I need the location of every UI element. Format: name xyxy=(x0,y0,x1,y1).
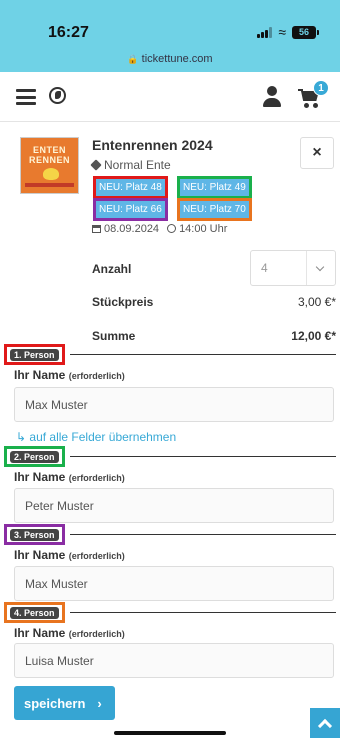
sum-label: Summe xyxy=(92,329,136,343)
person-badge: 2. Person xyxy=(4,446,65,467)
name-field[interactable] xyxy=(14,387,334,422)
cart-count-badge: 1 xyxy=(313,80,329,96)
tag-icon xyxy=(90,159,102,171)
required-hint: (erforderlich) xyxy=(68,371,125,381)
seat-chip: NEU: Platz 70 xyxy=(177,198,252,221)
quantity-label: Anzahl xyxy=(92,262,132,276)
product-thumbnail: ENTEN RENNEN xyxy=(20,137,79,194)
thumbnail-text: ENTEN RENNEN xyxy=(28,145,70,165)
url-text: tickettune.com xyxy=(141,53,213,65)
lock-icon: 🔒 xyxy=(127,54,139,64)
status-icons: ≈ 56 xyxy=(257,24,319,40)
divider xyxy=(70,456,336,457)
clock-icon xyxy=(167,224,177,233)
event-date: 08.09.2024 xyxy=(104,223,160,235)
menu-icon[interactable] xyxy=(16,89,36,105)
name-field-label: Ihr Name (erforderlich) xyxy=(14,368,125,382)
home-indicator xyxy=(114,731,226,735)
app-header: 1 xyxy=(0,72,340,122)
required-hint: (erforderlich) xyxy=(68,629,125,639)
person-badge-label: 3. Person xyxy=(10,529,59,541)
status-time: 16:27 xyxy=(48,24,89,41)
label-text: Ihr Name xyxy=(14,368,66,382)
battery-icon: 56 xyxy=(292,25,319,39)
name-field[interactable] xyxy=(14,643,334,678)
person-badge: 4. Person xyxy=(4,602,65,623)
signal-icon xyxy=(257,26,273,38)
variant-label: Normal Ente xyxy=(104,158,171,172)
person-badge-label: 4. Person xyxy=(10,607,59,619)
event-time: 14:00 Uhr xyxy=(179,223,228,235)
name-field-label: Ihr Name (erforderlich) xyxy=(14,548,125,562)
duck-icon xyxy=(43,168,59,180)
calendar-icon xyxy=(92,225,101,233)
wifi-icon: ≈ xyxy=(278,24,286,40)
product-title: Entenrennen 2024 xyxy=(92,137,213,153)
browser-top-bar: 16:27 ≈ 56 🔒 tickettune.com xyxy=(0,0,340,72)
divider xyxy=(70,534,336,535)
label-text: Ihr Name xyxy=(14,626,66,640)
scroll-to-top-button[interactable] xyxy=(310,708,340,738)
user-icon[interactable] xyxy=(262,86,282,108)
save-button[interactable]: speichern › xyxy=(14,686,115,720)
battery-level: 56 xyxy=(298,27,309,37)
remove-item-button[interactable]: × xyxy=(300,137,334,169)
person-badge-label: 1. Person xyxy=(10,349,59,361)
quantity-value: 4 xyxy=(261,261,268,275)
quantity-select[interactable]: 4 xyxy=(250,250,336,286)
product-variant: Normal Ente xyxy=(90,158,171,172)
url-bar[interactable]: 🔒 tickettune.com xyxy=(0,53,340,65)
name-field[interactable] xyxy=(14,566,334,601)
seat-chip: NEU: Platz 66 xyxy=(93,198,168,221)
save-label: speichern xyxy=(24,695,86,711)
required-hint: (erforderlich) xyxy=(68,551,125,561)
divider xyxy=(70,354,336,355)
name-field-label: Ihr Name (erforderlich) xyxy=(14,626,125,640)
chevron-down-icon xyxy=(315,262,325,272)
label-text: Ihr Name xyxy=(14,470,66,484)
person-badge-label: 2. Person xyxy=(10,451,59,463)
sum-value: 12,00 €* xyxy=(291,329,336,343)
person-badge: 3. Person xyxy=(4,524,65,545)
globe-icon[interactable] xyxy=(49,87,66,104)
seat-chip: NEU: Platz 49 xyxy=(177,176,252,199)
event-datetime: 08.09.2024 14:00 Uhr xyxy=(92,223,227,235)
chevron-up-icon xyxy=(317,718,333,733)
chevron-right-icon: › xyxy=(97,695,102,711)
name-field-label: Ihr Name (erforderlich) xyxy=(14,470,125,484)
label-text: Ihr Name xyxy=(14,548,66,562)
unit-price-value: 3,00 €* xyxy=(297,295,336,309)
name-field[interactable] xyxy=(14,488,334,523)
copy-to-all-link[interactable]: ↳ auf alle Felder übernehmen xyxy=(16,430,176,444)
person-badge: 1. Person xyxy=(4,344,65,365)
cart-icon[interactable]: 1 xyxy=(298,80,329,110)
required-hint: (erforderlich) xyxy=(68,473,125,483)
seat-chip: NEU: Platz 48 xyxy=(93,176,168,199)
unit-price-label: Stückpreis xyxy=(92,295,154,309)
divider xyxy=(70,612,336,613)
